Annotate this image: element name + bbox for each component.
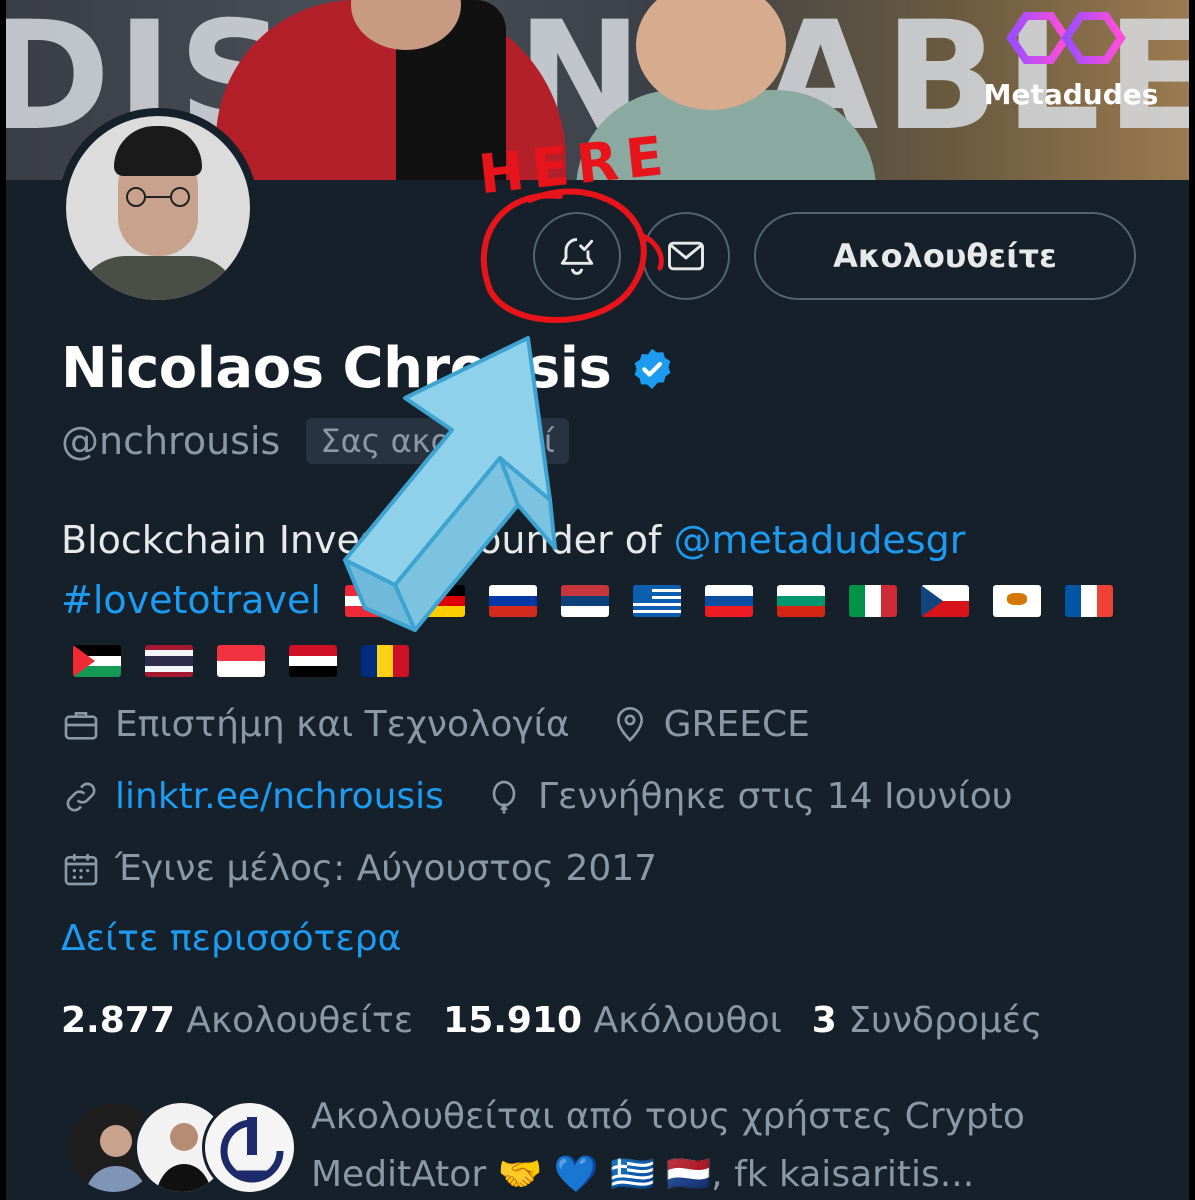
singapore-flag-icon — [217, 645, 265, 677]
follows-you-badge: Σας ακολουθεί — [306, 418, 569, 464]
mutual-followers-avatars[interactable] — [66, 1100, 297, 1195]
handle-row: @nchrousis Σας ακολουθεί — [61, 418, 569, 464]
crypto-meditator-logo-icon — [220, 1117, 284, 1183]
message-button[interactable] — [642, 212, 730, 300]
notifications-subscribed-button[interactable] — [533, 212, 621, 300]
cyprus-flag-icon — [993, 585, 1041, 617]
birthday-item: Γεννήθηκε στις 14 Ιουνίου — [484, 776, 1013, 817]
following-button[interactable]: Ακολουθείτε — [754, 212, 1136, 300]
balloon-icon — [492, 780, 516, 814]
following-stat[interactable]: 2.877 Ακολουθείτε — [61, 1000, 413, 1041]
location-pin-icon — [616, 706, 643, 742]
italy-flag-icon — [849, 585, 897, 617]
display-name-row: Nicolaos Chrousis — [61, 336, 675, 401]
envelope-icon — [668, 241, 704, 271]
subscriptions-label: Συνδρομές — [848, 1000, 1043, 1041]
followed-by-line-1: Ακολουθείται από τους χρήστες Crypto — [311, 1096, 1025, 1137]
briefcase-icon — [64, 711, 98, 740]
avatar-hair — [114, 126, 202, 176]
flags-row-2 — [61, 638, 421, 682]
metadudes-logo: Metadudes — [981, 8, 1161, 118]
banner-logo-text: Metadudes — [983, 78, 1159, 111]
location-item: GREECE — [610, 704, 810, 745]
avatar-glasses — [126, 187, 190, 207]
thailand-flag-icon — [145, 645, 193, 677]
france-flag-icon — [1065, 585, 1113, 617]
mutual-follower-avatar — [202, 1100, 297, 1195]
joined-item: Έγινε μέλος: Αύγουστος 2017 — [61, 848, 657, 889]
bulgaria-flag-icon — [777, 585, 825, 617]
meta-row-1: Επιστήμη και Τεχνολογία GREECE — [61, 704, 850, 745]
birthday-text: Γεννήθηκε στις 14 Ιουνίου — [537, 776, 1013, 817]
meta-row-3: Έγινε μέλος: Αύγουστος 2017 — [61, 848, 697, 889]
bio-text: Blockchain Investor, Founder of — [61, 518, 674, 562]
followers-count: 15.910 — [443, 1000, 583, 1041]
romania-flag-icon — [361, 645, 409, 677]
followers-label: Ακόλουθοι — [593, 1000, 782, 1041]
followed-by-line-2: MeditAtor 🤝 💙 🇬🇷 🇳🇱, fk kaisaritis... — [311, 1154, 975, 1195]
subscriptions-count: 3 — [811, 1000, 837, 1041]
meta-row-2: linktr.ee/nchrousis Γεννήθηκε στις 14 Ιο… — [61, 776, 1053, 817]
see-more-link[interactable]: Δείτε περισσότερα — [61, 918, 401, 959]
follow-stats: 2.877 Ακολουθείτε 15.910 Ακόλουθοι 3 Συν… — [61, 1000, 1072, 1041]
bio-mention-link[interactable]: @metadudesgr — [673, 518, 965, 562]
profile-bio: Blockchain Investor, Founder of @metadud… — [61, 510, 1141, 690]
website-item[interactable]: linktr.ee/nchrousis — [61, 776, 444, 817]
slovakia-flag-icon — [705, 585, 753, 617]
category-item: Επιστήμη και Τεχνολογία — [61, 704, 570, 745]
verified-badge-icon[interactable] — [629, 346, 675, 392]
subscriptions-stat[interactable]: 3 Συνδρομές — [812, 1000, 1043, 1041]
link-icon — [66, 782, 96, 811]
flags-row-1 — [333, 578, 1125, 622]
display-name: Nicolaos Chrousis — [61, 336, 612, 401]
egypt-flag-icon — [289, 645, 337, 677]
austria-flag-icon — [345, 585, 393, 617]
bio-hashtag-link[interactable]: #lovetotravel — [61, 578, 321, 622]
website-link[interactable]: linktr.ee/nchrousis — [115, 776, 444, 817]
palestine-flag-icon — [73, 645, 121, 677]
calendar-icon — [64, 853, 98, 885]
following-count: 2.877 — [61, 1000, 175, 1041]
germany-flag-icon — [417, 585, 465, 617]
followers-stat[interactable]: 15.910 Ακόλουθοι — [443, 1000, 782, 1041]
category-text: Επιστήμη και Τεχνολογία — [115, 704, 570, 745]
following-label: Ακολουθείτε — [186, 1000, 414, 1041]
location-text: GREECE — [663, 704, 810, 745]
joined-text: Έγινε μέλος: Αύγουστος 2017 — [115, 848, 658, 889]
avatar-photo — [66, 116, 250, 300]
infinity-logo-icon — [1006, 12, 1126, 64]
profile-avatar[interactable] — [58, 108, 258, 308]
profile-page: DISPENSABLE Metadudes Ακολουθείτε Nicola… — [6, 0, 1189, 1200]
followed-by-text[interactable]: Ακολουθείται από τους χρήστες Crypto Med… — [311, 1088, 1111, 1200]
bell-check-icon — [560, 238, 594, 275]
czechia-flag-icon — [921, 585, 969, 617]
username-handle: @nchrousis — [61, 419, 281, 463]
serbia-flag-icon — [561, 585, 609, 617]
avatar-shirt — [76, 256, 240, 300]
russia-flag-icon — [489, 585, 537, 617]
greece-flag-icon — [633, 585, 681, 617]
